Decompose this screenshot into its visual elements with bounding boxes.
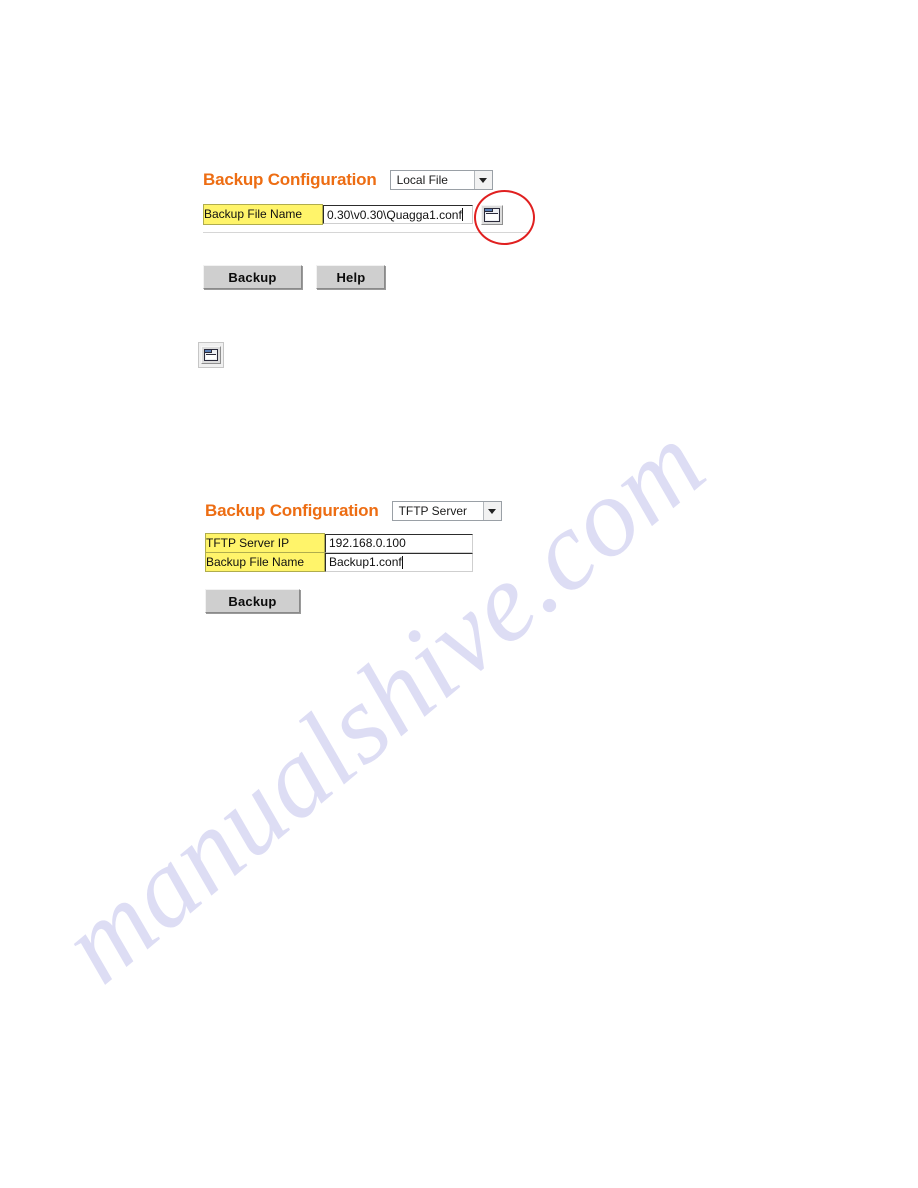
backup-mode-select-tftp[interactable]: TFTP Server <box>391 501 502 521</box>
field-cell-backup-file-name-tftp: Backup1.conf <box>325 552 474 572</box>
tftp-server-ip-input[interactable]: 192.168.0.100 <box>325 533 473 553</box>
label-tftp-server-ip: TFTP Server IP <box>205 533 325 553</box>
text-caret <box>401 555 403 569</box>
table-row: Backup File Name 0.30\v0.30\Quagga1.conf <box>203 204 504 225</box>
backup-mode-select-local[interactable]: Local File <box>389 170 493 190</box>
folder-browse-icon[interactable] <box>481 204 504 225</box>
backup-file-name-input-tftp[interactable]: Backup1.conf <box>325 552 473 572</box>
tftp-form-table: TFTP Server IP 192.168.0.100 Backup File… <box>205 533 474 572</box>
page-content: Backup Configuration Local File Backup F… <box>0 0 918 1188</box>
table-row: Backup File Name Backup1.conf <box>205 552 474 572</box>
backup-button-local[interactable]: Backup <box>203 265 302 289</box>
backup-configuration-tftp-panel: Backup Configuration TFTP Server TFTP Se… <box>205 501 502 613</box>
backup-file-name-input-local-value: 0.30\v0.30\Quagga1.conf <box>327 207 462 222</box>
label-backup-file-name-local: Backup File Name <box>203 204 323 225</box>
tftp-header-row: Backup Configuration TFTP Server <box>205 501 502 521</box>
backup-mode-select-tftp-value: TFTP Server <box>392 502 483 520</box>
backup-file-name-input-tftp-value: Backup1.conf <box>329 555 402 569</box>
tftp-button-row: Backup <box>205 589 502 613</box>
field-cell-tftp-server-ip: 192.168.0.100 <box>325 533 474 553</box>
chevron-down-icon[interactable] <box>473 171 492 189</box>
backup-file-name-input-local[interactable]: 0.30\v0.30\Quagga1.conf <box>323 205 473 225</box>
chevron-down-icon[interactable] <box>482 502 501 520</box>
backup-button-tftp[interactable]: Backup <box>205 589 300 613</box>
folder-browse-icon-sample <box>198 342 224 368</box>
panel-divider-local <box>203 232 528 233</box>
help-button-local[interactable]: Help <box>316 265 386 289</box>
local-form-table: Backup File Name 0.30\v0.30\Quagga1.conf <box>203 204 504 225</box>
local-button-row: Backup Help <box>203 265 503 289</box>
table-row: TFTP Server IP 192.168.0.100 <box>205 533 474 553</box>
page-title-local: Backup Configuration <box>203 170 377 189</box>
backup-configuration-local-panel: Backup Configuration Local File Backup F… <box>203 170 528 289</box>
local-header-row: Backup Configuration Local File <box>203 170 503 190</box>
text-caret <box>461 208 463 222</box>
label-backup-file-name-tftp: Backup File Name <box>205 552 325 572</box>
tftp-server-ip-input-value: 192.168.0.100 <box>329 536 406 550</box>
page-title-tftp: Backup Configuration <box>205 501 379 520</box>
backup-mode-select-local-value: Local File <box>390 171 474 189</box>
field-cell-backup-file-name-local: 0.30\v0.30\Quagga1.conf <box>323 204 504 225</box>
